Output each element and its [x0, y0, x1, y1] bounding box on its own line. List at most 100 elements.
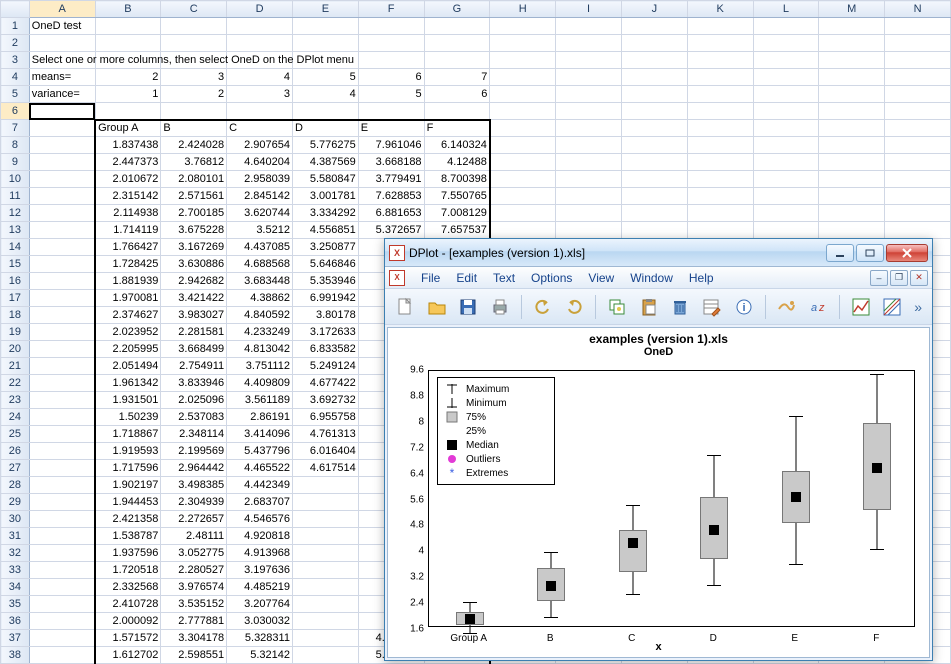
cell-A37[interactable]: [29, 630, 95, 647]
row-header-24[interactable]: 24: [1, 409, 30, 426]
cell-L4[interactable]: [753, 69, 819, 86]
cell-J3[interactable]: [621, 52, 687, 69]
cell-K1[interactable]: [687, 18, 753, 35]
cell-F9[interactable]: 3.668188: [358, 154, 424, 171]
cell-A38[interactable]: [29, 647, 95, 664]
cell-B7[interactable]: Group A: [95, 120, 161, 137]
cell-B11[interactable]: 2.315142: [95, 188, 161, 205]
cell-B4[interactable]: 2: [95, 69, 161, 86]
cell-E4[interactable]: 5: [292, 69, 358, 86]
cell-H13[interactable]: [490, 222, 556, 239]
col-header-C[interactable]: C: [161, 1, 227, 18]
cell-A5[interactable]: variance=: [29, 86, 95, 103]
row-header-5[interactable]: 5: [1, 86, 30, 103]
cell-A30[interactable]: [29, 511, 95, 528]
cell-K13[interactable]: [687, 222, 753, 239]
cell-A10[interactable]: [29, 171, 95, 188]
cell-L1[interactable]: [753, 18, 819, 35]
cell-D35[interactable]: 3.207764: [227, 596, 293, 613]
row-header-29[interactable]: 29: [1, 494, 30, 511]
cell-H6[interactable]: [490, 103, 556, 120]
cell-D13[interactable]: 3.5212: [227, 222, 293, 239]
cell-C1[interactable]: [161, 18, 227, 35]
row-header-38[interactable]: 38: [1, 647, 30, 664]
cell-B13[interactable]: 1.714119: [95, 222, 161, 239]
cell-N11[interactable]: [885, 188, 951, 205]
cell-A18[interactable]: [29, 307, 95, 324]
cell-E22[interactable]: 4.677422: [292, 375, 358, 392]
cell-E18[interactable]: 3.80178: [292, 307, 358, 324]
row-header-2[interactable]: 2: [1, 35, 30, 52]
row-header-7[interactable]: 7: [1, 120, 30, 137]
cell-H3[interactable]: [490, 52, 556, 69]
cell-C9[interactable]: 3.76812: [161, 154, 227, 171]
delete-icon[interactable]: [666, 293, 694, 321]
row-header-19[interactable]: 19: [1, 324, 30, 341]
row-header-27[interactable]: 27: [1, 460, 30, 477]
cell-C23[interactable]: 2.025096: [161, 392, 227, 409]
cell-E9[interactable]: 4.387569: [292, 154, 358, 171]
cell-I7[interactable]: [556, 120, 622, 137]
cell-B1[interactable]: [95, 18, 161, 35]
cell-E19[interactable]: 3.172633: [292, 324, 358, 341]
cell-A3[interactable]: Select one or more columns, then select …: [29, 52, 95, 69]
cell-N1[interactable]: [885, 18, 951, 35]
menu-edit[interactable]: Edit: [448, 269, 485, 287]
cell-B32[interactable]: 1.937596: [95, 545, 161, 562]
toolbar-overflow-icon[interactable]: »: [910, 299, 926, 315]
cell-K4[interactable]: [687, 69, 753, 86]
cell-L3[interactable]: [753, 52, 819, 69]
cell-A13[interactable]: [29, 222, 95, 239]
cell-B25[interactable]: 1.718867: [95, 426, 161, 443]
cell-G13[interactable]: 7.657537: [424, 222, 490, 239]
cell-F4[interactable]: 6: [358, 69, 424, 86]
cell-L12[interactable]: [753, 205, 819, 222]
cell-C17[interactable]: 3.421422: [161, 290, 227, 307]
cell-D9[interactable]: 4.640204: [227, 154, 293, 171]
cell-B15[interactable]: 1.728425: [95, 256, 161, 273]
cell-L10[interactable]: [753, 171, 819, 188]
cell-A25[interactable]: [29, 426, 95, 443]
cell-K5[interactable]: [687, 86, 753, 103]
col-header-A[interactable]: A: [29, 1, 95, 18]
row-header-6[interactable]: 6: [1, 103, 30, 120]
cell-D25[interactable]: 3.414096: [227, 426, 293, 443]
cell-L9[interactable]: [753, 154, 819, 171]
cell-D17[interactable]: 4.38862: [227, 290, 293, 307]
menu-file[interactable]: File: [413, 269, 448, 287]
col-header-K[interactable]: K: [687, 1, 753, 18]
cell-B22[interactable]: 1.961342: [95, 375, 161, 392]
cell-D2[interactable]: [227, 35, 293, 52]
cell-M13[interactable]: [819, 222, 885, 239]
col-header-H[interactable]: H: [490, 1, 556, 18]
cell-A19[interactable]: [29, 324, 95, 341]
cell-E29[interactable]: [292, 494, 358, 511]
mdi-restore-button[interactable]: ❐: [890, 270, 908, 286]
cell-A9[interactable]: [29, 154, 95, 171]
cell-M10[interactable]: [819, 171, 885, 188]
cell-B5[interactable]: 1: [95, 86, 161, 103]
cell-D27[interactable]: 4.465522: [227, 460, 293, 477]
cell-B24[interactable]: 1.50239: [95, 409, 161, 426]
cell-A27[interactable]: [29, 460, 95, 477]
cell-B14[interactable]: 1.766427: [95, 239, 161, 256]
cell-M7[interactable]: [819, 120, 885, 137]
menu-window[interactable]: Window: [622, 269, 681, 287]
cell-E31[interactable]: [292, 528, 358, 545]
cell-B10[interactable]: 2.010672: [95, 171, 161, 188]
cell-E16[interactable]: 5.353946: [292, 273, 358, 290]
cell-J13[interactable]: [621, 222, 687, 239]
cell-A4[interactable]: means=: [29, 69, 95, 86]
cell-C30[interactable]: 2.272657: [161, 511, 227, 528]
cell-G3[interactable]: [424, 52, 490, 69]
cell-D36[interactable]: 3.030032: [227, 613, 293, 630]
cell-B23[interactable]: 1.931501: [95, 392, 161, 409]
cell-E5[interactable]: 4: [292, 86, 358, 103]
menu-view[interactable]: View: [580, 269, 622, 287]
cell-F2[interactable]: [358, 35, 424, 52]
row-header-31[interactable]: 31: [1, 528, 30, 545]
cell-D5[interactable]: 3: [227, 86, 293, 103]
cell-G8[interactable]: 6.140324: [424, 137, 490, 154]
cell-B29[interactable]: 1.944453: [95, 494, 161, 511]
cell-N10[interactable]: [885, 171, 951, 188]
